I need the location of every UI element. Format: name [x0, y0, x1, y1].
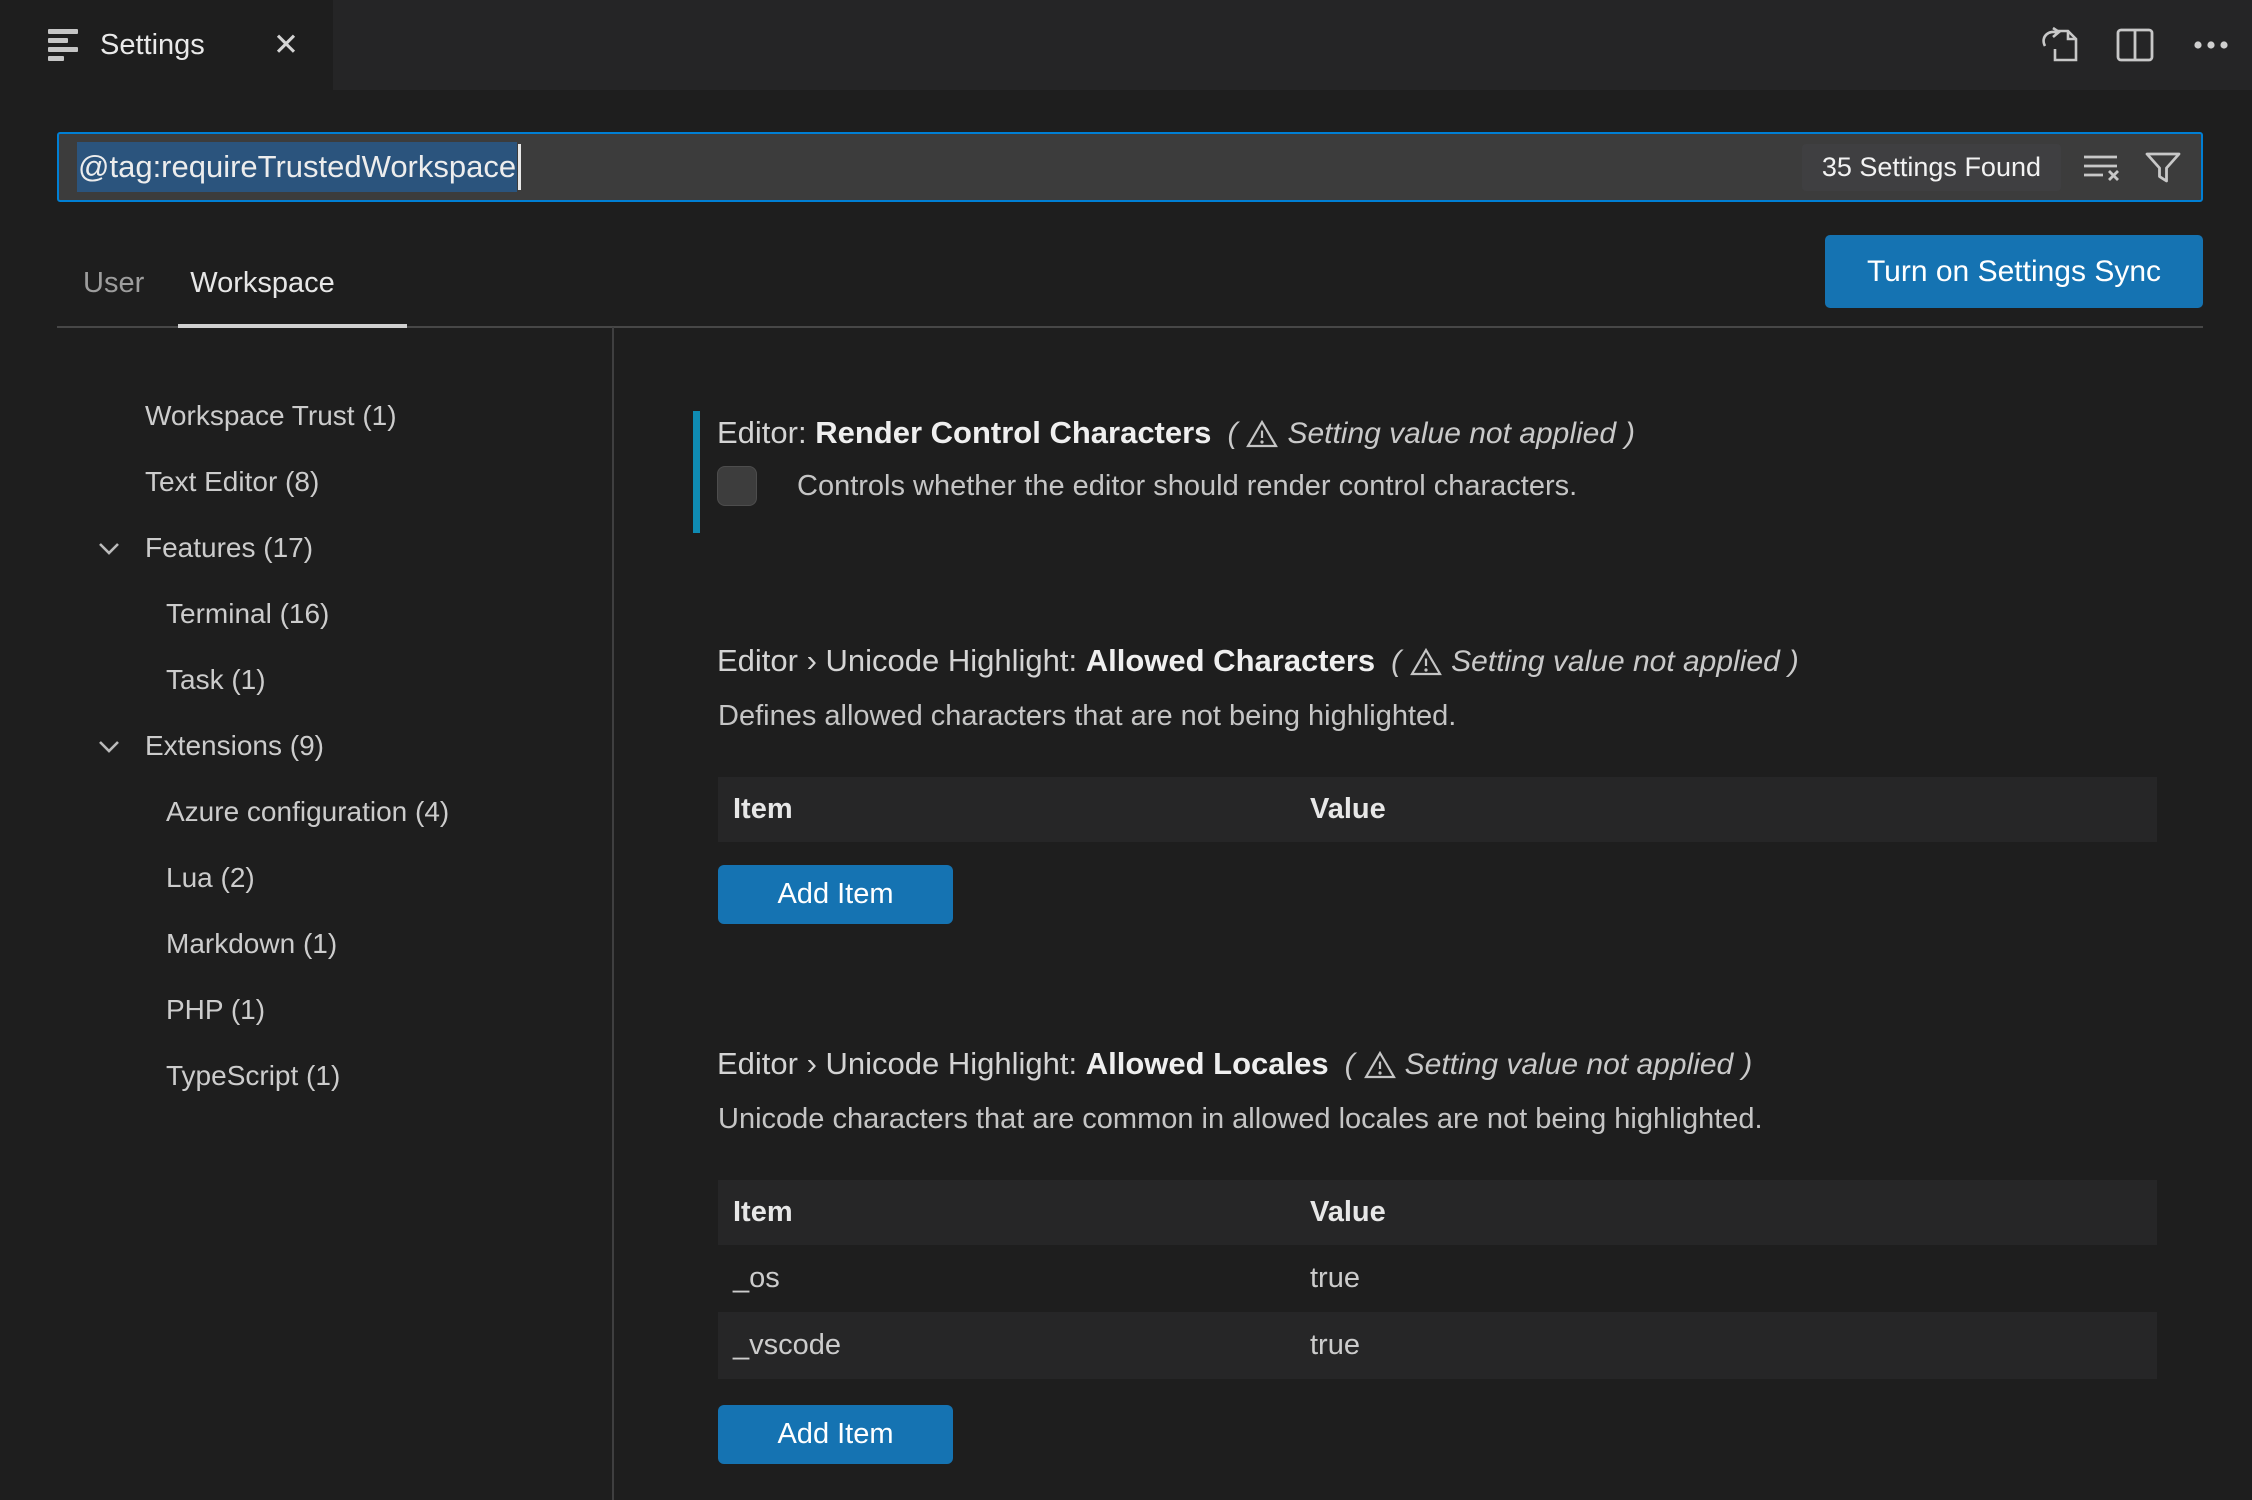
toc-item-terminal[interactable]: Terminal (16): [57, 581, 610, 647]
setting-warning: (Setting value not applied): [1391, 645, 1799, 678]
toc-item-typescript[interactable]: TypeScript (1): [57, 1043, 610, 1109]
editor-actions: [2036, 0, 2234, 90]
turn-on-settings-sync-button[interactable]: Turn on Settings Sync: [1825, 235, 2203, 308]
toc-item-features[interactable]: Features (17): [57, 515, 610, 581]
chevron-down-icon: [95, 732, 123, 760]
setting-description: Controls whether the editor should rende…: [797, 469, 1578, 502]
toc-item-workspace-trust[interactable]: Workspace Trust (1): [57, 383, 610, 449]
toc-item-text-editor[interactable]: Text Editor (8): [57, 449, 610, 515]
toc-content-divider: [612, 327, 614, 1500]
table-row[interactable]: _os true: [718, 1245, 2157, 1312]
render-control-characters-checkbox[interactable]: [717, 466, 757, 506]
warning-triangle-icon: [1363, 1050, 1396, 1080]
tab-user[interactable]: User: [83, 267, 144, 300]
add-item-button[interactable]: Add Item: [718, 865, 953, 924]
tab-settings[interactable]: Settings ✕: [0, 0, 333, 90]
setting-title-allowed-locales: Editor › Unicode Highlight: Allowed Loca…: [717, 1041, 1752, 1088]
active-scope-underline: [178, 324, 407, 328]
table-header-row: Item Value: [718, 777, 2157, 842]
allowed-locales-table: Item Value _os true _vscode true: [718, 1180, 2157, 1379]
selected-text: @tag:requireTrustedWorkspace: [77, 142, 518, 192]
warning-triangle-icon: [1246, 419, 1279, 449]
settings-scope-tabs: User Workspace: [83, 258, 335, 308]
toc-item-lua[interactable]: Lua (2): [57, 845, 610, 911]
search-controls: 35 Settings Found: [1801, 143, 2185, 191]
allowed-characters-table: Item Value: [718, 777, 2157, 842]
setting-description: Defines allowed characters that are not …: [718, 700, 1457, 732]
column-header-item: Item: [733, 793, 793, 825]
warning-triangle-icon: [1410, 647, 1443, 677]
modified-setting-indicator: [693, 411, 700, 533]
editor-tab-strip: Settings ✕: [0, 0, 2252, 90]
column-header-value: Value: [1310, 1196, 1386, 1228]
setting-warning: (Setting value not applied): [1344, 1048, 1753, 1081]
setting-title-allowed-characters: Editor › Unicode Highlight: Allowed Char…: [717, 638, 1799, 685]
toc-item-extensions[interactable]: Extensions (9): [57, 713, 610, 779]
text-caret: [518, 144, 522, 190]
setting-warning: (Setting value not applied): [1227, 417, 1636, 450]
toc-item-markdown[interactable]: Markdown (1): [57, 911, 610, 977]
column-header-value: Value: [1310, 793, 1386, 825]
settings-toc: Workspace Trust (1) Text Editor (8) Feat…: [57, 383, 610, 1109]
toc-item-task[interactable]: Task (1): [57, 647, 610, 713]
toc-item-azure-configuration[interactable]: Azure configuration (4): [57, 779, 610, 845]
add-item-button[interactable]: Add Item: [718, 1405, 953, 1464]
settings-list-icon: [48, 29, 80, 61]
search-query-text: @tag:requireTrustedWorkspace: [77, 142, 522, 192]
settings-search-input[interactable]: @tag:requireTrustedWorkspace 35 Settings…: [57, 132, 2203, 202]
open-settings-json-icon[interactable]: [2036, 22, 2082, 68]
tab-workspace[interactable]: Workspace: [190, 267, 335, 300]
filter-icon[interactable]: [2141, 145, 2185, 189]
chevron-down-icon: [95, 534, 123, 562]
setting-description: Unicode characters that are common in al…: [718, 1103, 1763, 1135]
settings-count-badge: 35 Settings Found: [1801, 143, 2061, 191]
setting-control-row: Controls whether the editor should rende…: [717, 466, 1577, 506]
clear-search-results-icon[interactable]: [2079, 145, 2123, 189]
tab-title: Settings: [100, 28, 205, 61]
setting-title-render-control-characters: Editor: Render Control Characters(Settin…: [717, 410, 1635, 457]
split-editor-icon[interactable]: [2112, 22, 2158, 68]
close-tab-icon[interactable]: ✕: [266, 27, 306, 63]
table-row[interactable]: _vscode true: [718, 1312, 2157, 1379]
column-header-item: Item: [733, 1196, 793, 1228]
more-actions-icon[interactable]: [2188, 22, 2234, 68]
table-header-row: Item Value: [718, 1180, 2157, 1245]
toc-item-php[interactable]: PHP (1): [57, 977, 610, 1043]
